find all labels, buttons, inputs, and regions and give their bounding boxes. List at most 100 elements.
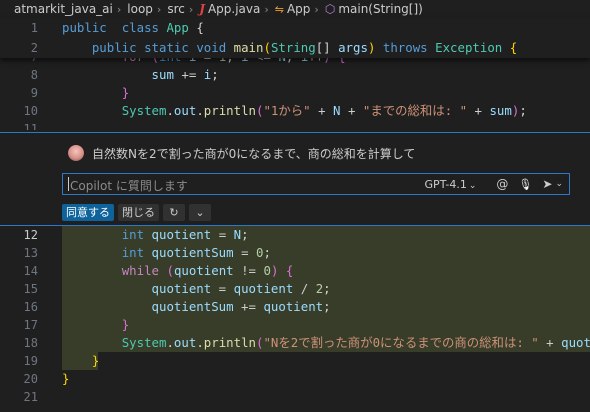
code-line[interactable]: 9 }: [0, 84, 590, 102]
line-number: 16: [23, 300, 38, 314]
code-text: System.out.println("Nを2で割った商が0になるまでの商の総和…: [62, 334, 590, 352]
chevron-right-icon: ›: [188, 3, 194, 16]
code-token: quotient: [263, 299, 324, 314]
code-line[interactable]: 8 sum += i;: [0, 66, 590, 84]
inline-chat-panel: 自然数Nを2で割った商が0になるまで、商の総和を計算して Copilot に質問…: [0, 132, 590, 226]
code-token: void: [196, 40, 227, 55]
code-line[interactable]: 13 int quotientSum = 0;: [0, 244, 590, 262]
class-symbol-icon: ⇋: [274, 3, 284, 16]
code-token: println: [203, 103, 256, 118]
breadcrumb-item[interactable]: ⇋ App: [275, 2, 311, 16]
code-token: .: [166, 335, 174, 350]
line-number: 21: [23, 390, 38, 404]
code-token: out: [173, 103, 197, 118]
code-token: {: [509, 40, 518, 55]
line-number: 20: [23, 372, 38, 386]
code-line[interactable]: 21: [0, 388, 590, 406]
code-line[interactable]: 10 System.out.println("1から" + N + "までの総和…: [0, 102, 590, 120]
code-line[interactable]: 17 }: [0, 316, 590, 334]
model-picker[interactable]: GPT-4.1 ⌄: [425, 178, 477, 191]
code-token: int: [121, 245, 145, 260]
accept-button[interactable]: 同意する: [62, 204, 114, 221]
breadcrumb-item[interactable]: J App.java: [199, 2, 260, 16]
code-token: sum: [151, 67, 174, 82]
code-token: {: [196, 20, 204, 35]
line-number: 11: [23, 122, 38, 130]
code-line[interactable]: 1 public class App {: [0, 18, 590, 38]
chat-input-placeholder: Copilot に質問します: [70, 179, 188, 193]
line-number: 2: [30, 41, 38, 55]
close-button[interactable]: 閉じる: [118, 204, 159, 221]
code-token: System: [121, 103, 167, 118]
code-token: quoti: [561, 335, 590, 350]
chevron-right-icon: ›: [264, 3, 269, 16]
mention-icon[interactable]: @: [496, 177, 508, 191]
code-line[interactable]: 18 System.out.println("Nを2で割った商が0になるまでの商…: [0, 334, 590, 352]
chevron-right-icon: ›: [156, 3, 162, 16]
code-token: ;: [323, 281, 331, 296]
microphone-icon[interactable]: 🎙: [518, 178, 532, 191]
breadcrumb-item[interactable]: ⬡ main(String[]): [325, 2, 423, 16]
code-text: System.out.println("1から" + N + "までの総和は: …: [62, 102, 527, 120]
code-token: {: [285, 263, 294, 278]
breadcrumb-item[interactable]: atmarkit_java_ai: [14, 2, 113, 16]
line-number: 17: [23, 318, 38, 332]
line-number: 15: [23, 282, 38, 296]
code-text: int quotientSum = 0;: [62, 244, 271, 262]
code-line[interactable]: 16 quotientSum += quotient;: [0, 298, 590, 316]
code-text: public static void main(String[] args) t…: [62, 38, 517, 58]
chevron-right-icon: ›: [116, 3, 122, 16]
code-token: 0: [263, 263, 271, 278]
code-token: quotient: [233, 281, 294, 296]
send-icon[interactable]: ➤: [542, 177, 552, 191]
code-text: public class App {: [62, 18, 204, 38]
chat-input[interactable]: Copilot に質問します GPT-4.1 ⌄ @ 🎙 ➤ ⌄: [62, 173, 570, 195]
code-token: []: [315, 40, 339, 55]
breadcrumb-label: src: [167, 2, 185, 16]
code-token: "までの総和は: ": [362, 103, 468, 118]
more-actions-chevron-icon[interactable]: ⌄: [189, 204, 211, 221]
code-line[interactable]: 19 }: [0, 352, 590, 370]
line-number: 1: [30, 21, 38, 35]
code-token: +: [310, 103, 334, 118]
code-token: quotientSum: [151, 299, 234, 314]
code-token: static: [144, 40, 189, 55]
code-line[interactable]: 2 public static void main(String[] args)…: [0, 38, 590, 58]
breadcrumb-item[interactable]: loop: [127, 2, 153, 16]
code-token: quotient: [151, 227, 212, 242]
code-token: System: [121, 335, 167, 350]
breadcrumb-item[interactable]: src: [167, 2, 185, 16]
send-options-chevron-icon[interactable]: ⌄: [555, 179, 563, 189]
code-line[interactable]: 15 quotient = quotient / 2;: [0, 280, 590, 298]
code-line[interactable]: 14 while (quotient != 0) {: [0, 262, 590, 280]
added-line-highlight: [62, 316, 590, 334]
user-avatar: [68, 145, 84, 161]
code-line[interactable]: 11: [0, 120, 590, 130]
code-line[interactable]: 12 int quotient = N;: [0, 226, 590, 244]
line-number: 9: [30, 86, 38, 100]
code-text: }: [62, 370, 69, 388]
code-token: +=: [233, 299, 264, 314]
chat-request-text: 自然数Nを2で割った商が0になるまで、商の総和を計算して: [92, 146, 416, 161]
code-token: int: [121, 227, 145, 242]
line-number: 13: [23, 246, 38, 260]
code-token: =: [211, 281, 234, 296]
code-text: }: [62, 352, 99, 370]
rerun-icon[interactable]: ↻: [163, 204, 185, 221]
editor-code-diff: 12 int quotient = N; 13 int quotientSum =…: [0, 226, 590, 370]
code-text: while (quotient != 0) {: [62, 262, 294, 280]
inline-chat-actions: 同意する 閉じる ↻ ⌄: [62, 204, 215, 221]
code-line[interactable]: 20}: [0, 370, 590, 388]
code-token: +: [467, 103, 490, 118]
